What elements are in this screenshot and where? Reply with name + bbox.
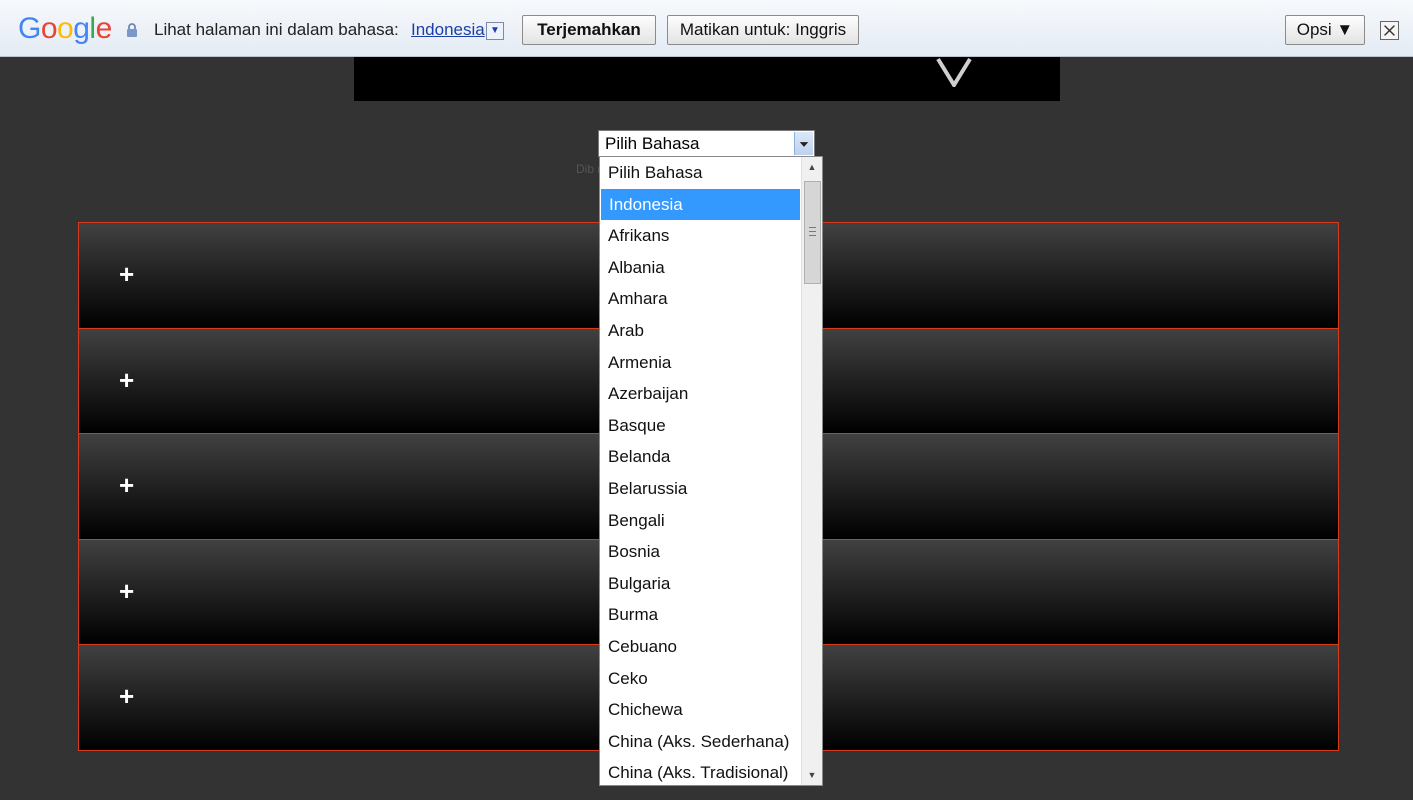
plus-icon[interactable]: +: [119, 683, 134, 709]
dropdown-option[interactable]: Arab: [600, 315, 802, 347]
dropdown-option[interactable]: Bulgaria: [600, 568, 802, 600]
close-icon[interactable]: [1380, 21, 1399, 40]
translate-prompt: Lihat halaman ini dalam bahasa:: [154, 20, 399, 39]
plus-icon[interactable]: +: [119, 578, 134, 604]
scroll-down-icon[interactable]: ▼: [802, 765, 822, 785]
dropdown-option[interactable]: China (Aks. Tradisional): [600, 757, 802, 785]
logo-letter: g: [73, 12, 90, 45]
dropdown-option[interactable]: China (Aks. Sederhana): [600, 726, 802, 758]
logo-letter: e: [95, 12, 113, 45]
plus-icon[interactable]: +: [119, 367, 134, 393]
dropdown-option[interactable]: Burma: [600, 599, 802, 631]
language-link[interactable]: Indonesia: [411, 20, 485, 40]
dropdown-option[interactable]: Belanda: [600, 441, 802, 473]
language-select[interactable]: Pilih Bahasa: [598, 130, 815, 157]
options-button[interactable]: Opsi ▼: [1285, 15, 1365, 45]
scrollbar-thumb[interactable]: [804, 181, 821, 284]
language-dropdown-icon[interactable]: ▼: [486, 22, 504, 40]
grip-icon: [809, 227, 816, 236]
dropdown-option[interactable]: Amhara: [600, 283, 802, 315]
logo-letter: o: [57, 12, 74, 45]
dropdown-option[interactable]: Albania: [600, 252, 802, 284]
header-banner: [354, 57, 1060, 101]
translate-button[interactable]: Terjemahkan: [522, 15, 656, 45]
dropdown-option[interactable]: Afrikans: [600, 220, 802, 252]
language-select-value: Pilih Bahasa: [605, 134, 700, 153]
dropdown-option[interactable]: Indonesia: [601, 188, 800, 221]
dropdown-options: Pilih Bahasa Indonesia Afrikans Albania Amha…: [600, 157, 802, 785]
dropdown-option[interactable]: Pilih Bahasa: [600, 157, 802, 189]
dropdown-option[interactable]: Basque: [600, 410, 802, 442]
chevron-logo-icon: [936, 57, 972, 87]
dropdown-option[interactable]: Bengali: [600, 505, 802, 537]
google-logo: Google: [18, 11, 112, 47]
logo-letter: G: [18, 12, 41, 45]
plus-icon[interactable]: +: [119, 472, 134, 498]
dropdown-option[interactable]: Armenia: [600, 347, 802, 379]
dropdown-option[interactable]: Chichewa: [600, 694, 802, 726]
lock-icon: [127, 23, 137, 37]
dropdown-option[interactable]: Bosnia: [600, 536, 802, 568]
chevron-down-icon[interactable]: [794, 132, 813, 155]
logo-letter: o: [40, 12, 58, 45]
language-dropdown-list[interactable]: Pilih Bahasa Indonesia Afrikans Albania Amha…: [599, 156, 823, 786]
plus-icon[interactable]: +: [119, 261, 134, 287]
dropdown-option[interactable]: Belarussia: [600, 473, 802, 505]
dropdown-option[interactable]: Ceko: [600, 663, 802, 695]
dropdown-scrollbar[interactable]: ▲ ▼: [801, 157, 822, 785]
never-translate-button[interactable]: Matikan untuk: Inggris: [667, 15, 859, 45]
dropdown-option[interactable]: Cebuano: [600, 631, 802, 663]
dropdown-option[interactable]: Azerbaijan: [600, 378, 802, 410]
scroll-up-icon[interactable]: ▲: [802, 157, 822, 177]
translate-bar: Google Lihat halaman ini dalam bahasa: I…: [0, 0, 1413, 57]
